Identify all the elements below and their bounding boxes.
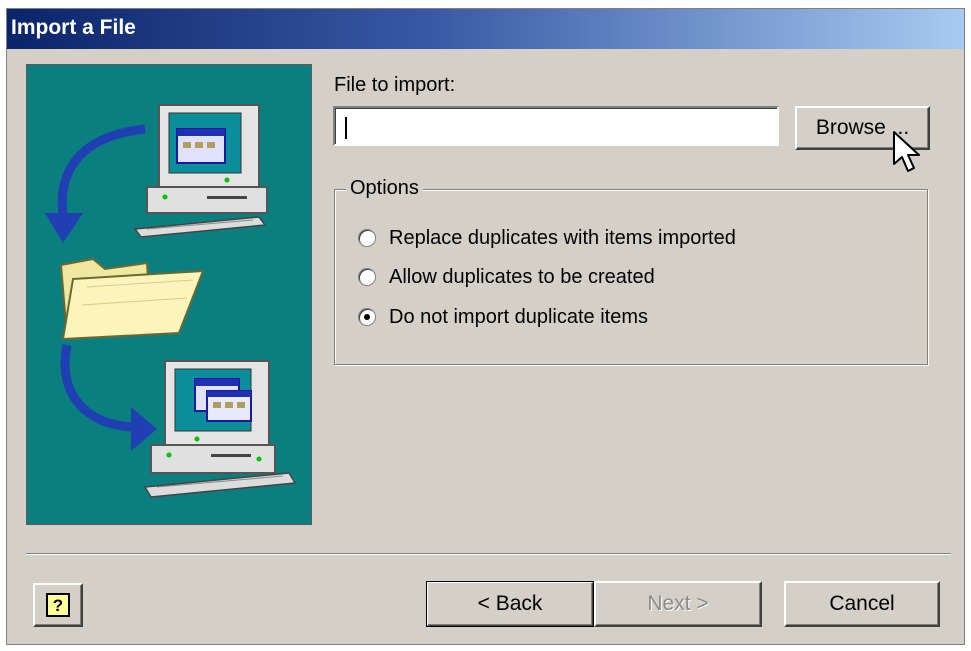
- file-path-input[interactable]: [333, 106, 779, 146]
- footer-separator: [26, 553, 951, 555]
- bottom-computer-icon: [143, 360, 297, 498]
- title-bar[interactable]: Import a File: [7, 9, 964, 49]
- options-legend: Options: [346, 177, 423, 200]
- text-caret: [345, 117, 347, 139]
- radio-replace-duplicates[interactable]: Replace duplicates with items imported: [358, 224, 736, 252]
- radio-button[interactable]: [358, 229, 376, 247]
- help-button[interactable]: ?: [33, 583, 83, 627]
- mouse-pointer-icon: [893, 131, 920, 172]
- radio-label: Replace duplicates with items imported: [389, 226, 736, 249]
- down-right-arrow-icon: [60, 344, 157, 451]
- radio-label: Allow duplicates to be created: [389, 265, 655, 288]
- radio-allow-duplicates[interactable]: Allow duplicates to be created: [358, 263, 655, 291]
- radio-do-not-import-duplicates[interactable]: Do not import duplicate items: [358, 303, 648, 331]
- back-button[interactable]: < Back: [426, 581, 594, 627]
- next-button[interactable]: Next >: [594, 581, 762, 627]
- dialog-title: Import a File: [11, 16, 136, 39]
- cancel-button[interactable]: Cancel: [784, 581, 940, 627]
- file-to-import-label: File to import:: [334, 74, 456, 96]
- radio-label: Do not import duplicate items: [389, 305, 649, 328]
- help-question-icon: ?: [46, 593, 70, 617]
- wizard-illustration: [26, 64, 312, 525]
- top-computer-icon: [133, 104, 268, 238]
- radio-button[interactable]: [358, 268, 376, 286]
- folder-icon: [59, 257, 205, 341]
- down-arrow-icon: [45, 124, 146, 243]
- radio-button-selected[interactable]: [358, 308, 376, 326]
